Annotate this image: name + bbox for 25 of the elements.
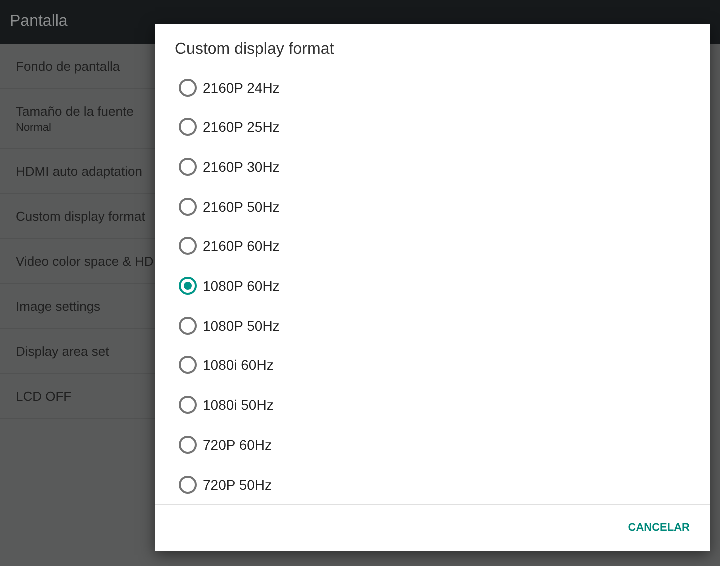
radio-option[interactable]: 720P 50Hz [155, 464, 710, 504]
radio-button[interactable] [179, 396, 197, 414]
cancel-button[interactable]: CANCELAR [622, 516, 696, 540]
radio-option[interactable]: 2160P 50Hz [155, 186, 710, 227]
radio-option[interactable]: 2160P 24Hz [155, 68, 710, 108]
radio-option[interactable]: 2160P 25Hz [155, 108, 710, 148]
radio-button[interactable] [179, 476, 197, 494]
radio-button[interactable] [179, 316, 197, 335]
radio-option[interactable]: 1080i 50Hz [155, 385, 710, 426]
radio-button[interactable] [179, 237, 197, 256]
radio-button[interactable] [179, 198, 197, 216]
screen-title: Pantalla [10, 13, 68, 31]
radio-option[interactable]: 720P 60Hz [155, 425, 710, 465]
radio-option[interactable]: 2160P 30Hz [155, 147, 710, 187]
radio-option[interactable]: 1080P 60Hz [155, 266, 710, 306]
dialog-title: Custom display format [174, 40, 336, 60]
radio-option[interactable]: 2160P 60Hz [155, 226, 710, 266]
radio-button[interactable] [179, 78, 197, 97]
radio-option[interactable]: 1080i 60Hz [155, 346, 710, 386]
radio-option[interactable]: 1080P 50Hz [155, 306, 710, 346]
radio-button[interactable] [179, 436, 197, 454]
radio-button[interactable] [179, 277, 197, 296]
radio-button[interactable] [179, 158, 197, 176]
radio-button[interactable] [179, 356, 197, 374]
radio-button[interactable] [179, 118, 197, 136]
